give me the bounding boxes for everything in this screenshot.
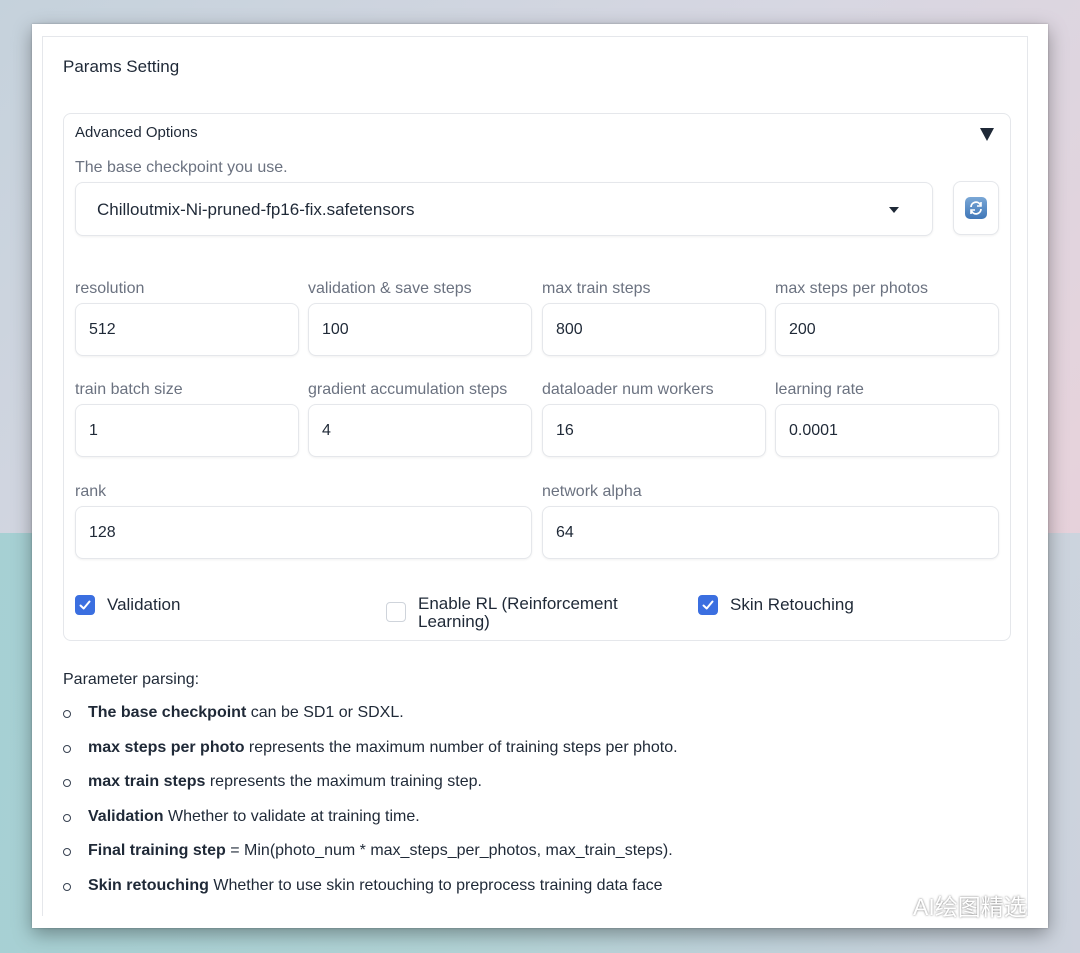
checkpoint-dropdown[interactable]: Chilloutmix-Ni-pruned-fp16-fix.safetenso… [75, 182, 933, 236]
collapse-triangle-icon[interactable] [980, 128, 994, 141]
validation-checkbox-row[interactable]: Validation [75, 595, 180, 615]
validation-checkbox[interactable] [75, 595, 95, 615]
checkmark-icon [702, 600, 714, 610]
rank-field[interactable] [76, 507, 531, 558]
resolution-field[interactable] [76, 304, 298, 355]
learning-rate-field[interactable] [776, 405, 998, 456]
list-item: max train steps represents the maximum t… [63, 773, 678, 808]
enable-rl-checkbox[interactable] [386, 602, 406, 622]
refresh-button[interactable] [953, 181, 999, 235]
list-item: Final training step = Min(photo_num * ma… [63, 842, 678, 877]
list-item: max steps per photo represents the maxim… [63, 739, 678, 774]
bullet-icon [63, 813, 71, 822]
checkpoint-label: The base checkpoint you use. [75, 159, 288, 176]
dataloader-num-workers-field[interactable] [543, 405, 765, 456]
advanced-options-label[interactable]: Advanced Options [75, 124, 198, 141]
gradient-accumulation-steps-field[interactable] [309, 405, 531, 456]
rank-input[interactable] [75, 506, 532, 559]
bullet-icon [63, 779, 71, 788]
train-batch-size-label: train batch size [75, 381, 183, 398]
train-batch-size-input[interactable] [75, 404, 299, 457]
network-alpha-field[interactable] [543, 507, 998, 558]
chevron-down-icon [889, 207, 899, 213]
gradient-accumulation-steps-label: gradient accumulation steps [308, 381, 508, 398]
skin-retouching-checkbox-row[interactable]: Skin Retouching [698, 595, 854, 615]
watermark: AI绘图精选 [864, 888, 1027, 922]
skin-retouching-checkbox-label: Skin Retouching [730, 595, 854, 614]
notes-title: Parameter parsing: [63, 671, 200, 688]
learning-rate-label: learning rate [775, 381, 864, 398]
max-train-steps-field[interactable] [543, 304, 765, 355]
bullet-icon [63, 848, 71, 857]
max-steps-per-photos-label: max steps per photos [775, 280, 928, 297]
list-item: The base checkpoint can be SD1 or SDXL. [63, 704, 678, 739]
validation-save-steps-field[interactable] [309, 304, 531, 355]
section-title: Params Setting [63, 57, 180, 76]
watermark-text: AI绘图精选 [913, 894, 1027, 920]
bullet-icon [63, 744, 71, 753]
checkpoint-value: Chilloutmix-Ni-pruned-fp16-fix.safetenso… [97, 200, 415, 219]
dataloader-num-workers-label: dataloader num workers [542, 381, 714, 398]
max-train-steps-label: max train steps [542, 280, 651, 297]
rank-label: rank [75, 483, 107, 500]
learning-rate-input[interactable] [775, 404, 999, 457]
enable-rl-checkbox-row[interactable]: Enable RL (Reinforcement Learning) [386, 595, 638, 631]
validation-checkbox-label: Validation [107, 595, 181, 614]
checkmark-icon [79, 600, 91, 610]
max-steps-per-photos-input[interactable] [775, 303, 999, 356]
wechat-icon [866, 892, 905, 919]
validation-save-steps-label: validation & save steps [308, 280, 472, 297]
resolution-input[interactable] [75, 303, 299, 356]
max-train-steps-input[interactable] [542, 303, 766, 356]
train-batch-size-field[interactable] [76, 405, 298, 456]
skin-retouching-checkbox[interactable] [698, 595, 718, 615]
validation-save-steps-input[interactable] [308, 303, 532, 356]
dataloader-num-workers-input[interactable] [542, 404, 766, 457]
bullet-icon [63, 710, 71, 718]
refresh-icon [965, 197, 987, 219]
gradient-accumulation-steps-input[interactable] [308, 404, 532, 457]
network-alpha-input[interactable] [542, 506, 999, 559]
parameter-notes-list: The base checkpoint can be SD1 or SDXL. … [63, 704, 678, 912]
list-item: Skin retouching Whether to use skin reto… [63, 877, 678, 912]
enable-rl-checkbox-label: Enable RL (Reinforcement Learning) [418, 594, 618, 631]
list-item: Validation Whether to validate at traini… [63, 808, 678, 843]
bullet-icon [63, 882, 71, 891]
max-steps-per-photos-field[interactable] [776, 304, 998, 355]
params-panel: Params Setting Advanced Options The base… [32, 24, 1048, 928]
resolution-label: resolution [75, 280, 145, 297]
network-alpha-label: network alpha [542, 483, 642, 500]
advanced-options-accordion: Advanced Options The base checkpoint you… [63, 113, 1011, 641]
